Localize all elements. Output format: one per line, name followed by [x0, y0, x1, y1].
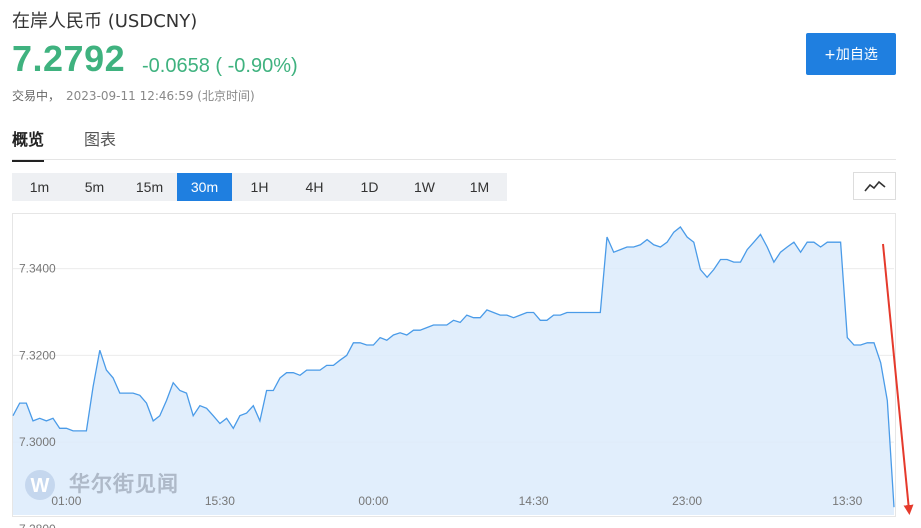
y-tick-label: 7.3200: [19, 348, 56, 362]
x-tick-label: 15:30: [205, 494, 235, 508]
svg-text:W: W: [31, 475, 50, 497]
price-chart[interactable]: W 7.28007.30007.32007.340001:0015:3000:0…: [0, 0, 921, 528]
x-tick-label: 14:30: [519, 494, 549, 508]
y-tick-label: 7.3400: [19, 262, 56, 276]
x-tick-label: 23:00: [672, 494, 702, 508]
y-tick-label: 7.2800: [19, 522, 56, 528]
x-tick-label: 00:00: [358, 494, 388, 508]
y-tick-label: 7.3000: [19, 435, 56, 449]
x-tick-label: 13:30: [832, 494, 862, 508]
watermark-text: 华尔街见闻: [69, 472, 179, 496]
